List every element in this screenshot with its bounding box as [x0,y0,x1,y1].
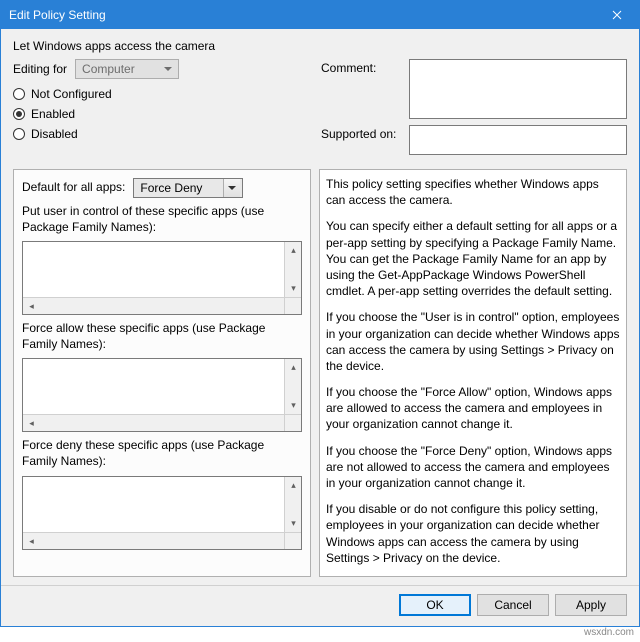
close-icon [612,10,622,20]
force-allow-apps-listbox[interactable]: ▴▾ ◂▸ [22,358,302,432]
main-area: Default for all apps: Force Deny Put use… [1,161,639,585]
radio-label: Not Configured [31,87,112,101]
description-text: This policy setting specifies whether Wi… [326,176,620,208]
close-button[interactable] [595,1,639,29]
radio-icon [13,88,25,100]
footer: OK Cancel Apply [1,585,639,626]
radio-label: Disabled [31,127,78,141]
description-text: If you choose the "Force Allow" option, … [326,384,620,433]
scroll-up-icon: ▴ [285,359,302,376]
radio-disabled[interactable]: Disabled [13,127,313,141]
description-text: If you choose the "User is in control" o… [326,309,620,374]
apply-button[interactable]: Apply [555,594,627,616]
user-control-apps-listbox[interactable]: ▴▾ ◂▸ [22,241,302,315]
comment-label: Comment: [321,59,401,75]
titlebar: Edit Policy Setting [1,1,639,29]
scroll-corner [284,414,301,431]
default-for-all-apps-combo[interactable]: Force Deny [133,178,243,198]
scroll-left-icon: ◂ [23,533,40,550]
editing-for-value: Computer [82,62,135,76]
description-panel[interactable]: This policy setting specifies whether Wi… [319,169,627,577]
force-deny-apps-listbox[interactable]: ▴▾ ◂▸ [22,476,302,550]
editing-for-label: Editing for [13,62,67,76]
watermark: wsxdn.com [584,627,634,638]
force-deny-apps-label: Force deny these specific apps (use Pack… [22,438,302,469]
radio-enabled[interactable]: Enabled [13,107,313,121]
radio-not-configured[interactable]: Not Configured [13,87,313,101]
supported-on-label: Supported on: [321,125,401,141]
scroll-down-icon: ▾ [285,280,302,297]
scrollbar-vertical[interactable]: ▴▾ [284,242,301,297]
scrollbar-vertical[interactable]: ▴▾ [284,359,301,414]
ok-button[interactable]: OK [399,594,471,616]
default-for-all-apps-label: Default for all apps: [22,180,125,196]
window-title: Edit Policy Setting [9,8,106,22]
scroll-corner [284,532,301,549]
user-control-apps-label: Put user in control of these specific ap… [22,204,302,235]
editing-for-dropdown[interactable]: Computer [75,59,179,79]
default-for-all-apps-value: Force Deny [140,181,202,195]
description-text: If an app is open when this Group Policy… [326,576,620,577]
scroll-down-icon: ▾ [285,397,302,414]
options-panel: Default for all apps: Force Deny Put use… [13,169,311,577]
description-text: If you choose the "Force Deny" option, W… [326,443,620,492]
radio-icon [13,128,25,140]
scroll-down-icon: ▾ [285,515,302,532]
cancel-button[interactable]: Cancel [477,594,549,616]
top-section: Let Windows apps access the camera Editi… [1,29,639,161]
scroll-left-icon: ◂ [23,415,40,432]
scroll-corner [284,297,301,314]
radio-icon [13,108,25,120]
force-allow-apps-label: Force allow these specific apps (use Pac… [22,321,302,352]
description-text: If you disable or do not configure this … [326,501,620,566]
description-text: You can specify either a default setting… [326,218,620,299]
radio-label: Enabled [31,107,75,121]
supported-on-textbox [409,125,627,155]
comment-textbox[interactable] [409,59,627,119]
window: Edit Policy Setting Let Windows apps acc… [0,0,640,627]
scrollbar-horizontal[interactable]: ◂▸ [23,414,301,431]
scrollbar-horizontal[interactable]: ◂▸ [23,297,301,314]
scroll-up-icon: ▴ [285,477,302,494]
scrollbar-horizontal[interactable]: ◂▸ [23,532,301,549]
scroll-up-icon: ▴ [285,242,302,259]
scrollbar-vertical[interactable]: ▴▾ [284,477,301,532]
scroll-left-icon: ◂ [23,298,40,315]
state-radio-group: Not Configured Enabled Disabled [13,87,313,141]
policy-name: Let Windows apps access the camera [13,39,627,53]
